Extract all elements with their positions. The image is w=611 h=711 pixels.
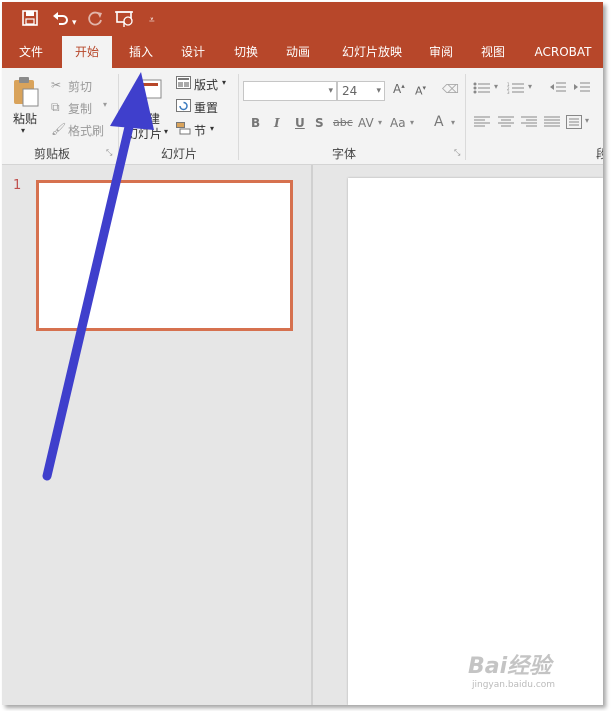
layout-dropdown-icon[interactable]: ▾ [222, 78, 226, 87]
save-icon[interactable] [22, 10, 38, 30]
italic-button[interactable]: I [274, 116, 280, 130]
bullets-dropdown-icon[interactable]: ▾ [494, 82, 498, 91]
text-shadow-button[interactable]: S [315, 116, 324, 130]
svg-text:3: 3 [507, 90, 510, 94]
section-button[interactable]: 节 [194, 122, 206, 139]
paste-icon[interactable] [12, 76, 40, 112]
decrease-indent-icon[interactable] [550, 82, 566, 97]
align-left-icon[interactable] [474, 116, 490, 131]
line-spacing-dropdown-icon[interactable]: ▾ [585, 116, 589, 125]
redo-icon[interactable] [88, 10, 104, 30]
group-separator [465, 74, 466, 160]
change-case-dropdown-icon[interactable]: ▾ [410, 118, 414, 127]
start-from-beginning-icon[interactable] [115, 10, 135, 32]
watermark-main-text: Bai经验 [468, 654, 552, 679]
underline-button[interactable]: U [295, 116, 305, 130]
character-spacing-button[interactable]: AV [358, 116, 374, 130]
tab-review[interactable]: 审阅 [418, 36, 464, 68]
font-size-combobox[interactable]: 24 ▾ [337, 81, 385, 101]
tab-animations[interactable]: 动画 [275, 36, 321, 68]
font-color-dropdown-icon[interactable]: ▾ [451, 118, 455, 127]
bold-button[interactable]: B [251, 116, 260, 130]
layout-icon[interactable] [176, 76, 191, 92]
format-painter-button[interactable]: 格式刷 [68, 122, 104, 139]
font-name-dropdown-icon[interactable]: ▾ [328, 82, 333, 100]
change-case-button[interactable]: Aa [390, 116, 406, 130]
strikethrough-button[interactable]: abc [333, 116, 353, 129]
ribbon-home: 粘贴 ▾ ✂ 剪切 ⧉ 复制 ▾ 🖌 格式刷 剪贴板 ⤡ 建 幻灯片 ▾ 版式 … [2, 68, 603, 165]
new-slide-label-line2[interactable]: 幻灯片 [126, 125, 162, 142]
copy-icon[interactable]: ⧉ [51, 100, 60, 115]
clipboard-launcher-icon[interactable]: ⤡ [106, 148, 112, 158]
font-size-value: 24 [342, 84, 358, 98]
font-group-label: 字体 [332, 147, 357, 161]
increase-indent-icon[interactable] [574, 82, 590, 97]
title-bar: ▾ ⩡ [2, 2, 603, 36]
font-launcher-icon[interactable]: ⤡ [454, 148, 460, 158]
decrease-font-size-icon[interactable]: A▾ [415, 84, 426, 98]
undo-dropdown-icon[interactable]: ▾ [72, 14, 77, 32]
tab-home[interactable]: 开始 [62, 36, 112, 68]
section-icon[interactable] [176, 122, 191, 138]
tab-acrobat[interactable]: ACROBAT [528, 36, 598, 68]
font-size-dropdown-icon[interactable]: ▾ [376, 82, 381, 100]
slide-thumbnail-1[interactable] [36, 180, 293, 331]
cut-icon[interactable]: ✂ [51, 78, 61, 92]
tab-insert[interactable]: 插入 [118, 36, 164, 68]
group-separator [118, 74, 119, 160]
paragraph-group-label: 段 [596, 147, 603, 161]
paste-dropdown-icon[interactable]: ▾ [21, 126, 25, 135]
pane-splitter[interactable] [311, 165, 313, 705]
ribbon-tabs: 文件 开始 插入 设计 切换 动画 幻灯片放映 审阅 视图 ACROBAT [2, 36, 603, 68]
slide-number: 1 [13, 178, 22, 193]
distributed-align-icon[interactable] [566, 115, 582, 132]
slides-group-label: 幻灯片 [161, 147, 198, 161]
copy-dropdown-icon[interactable]: ▾ [103, 100, 107, 109]
clear-formatting-icon[interactable]: ⌫ [442, 82, 459, 96]
font-name-combobox[interactable]: ▾ [243, 81, 337, 101]
numbering-icon[interactable]: 123 [507, 82, 525, 97]
tab-slideshow[interactable]: 幻灯片放映 [332, 36, 412, 68]
layout-button[interactable]: 版式 [194, 76, 218, 93]
powerpoint-window: ▾ ⩡ 文件 开始 插入 设计 切换 动画 幻灯片放映 审阅 视图 ACROBA… [2, 2, 603, 705]
watermark-url: jingyan.baidu.com [472, 680, 556, 690]
copy-button[interactable]: 复制 [68, 100, 92, 117]
paste-button-label[interactable]: 粘贴 [13, 110, 37, 127]
reset-button[interactable]: 重置 [194, 99, 218, 116]
justify-icon[interactable] [544, 116, 560, 131]
tab-view[interactable]: 视图 [470, 36, 516, 68]
customize-qat-icon[interactable]: ⩡ [149, 12, 155, 30]
increase-font-size-icon[interactable]: A▴ [393, 82, 405, 96]
clipboard-group-label: 剪贴板 [34, 147, 71, 161]
new-slide-icon[interactable] [136, 78, 162, 108]
bullets-icon[interactable] [473, 82, 491, 97]
watermark-logo: Bai经验 jingyan.baidu.com [468, 648, 578, 694]
tab-transitions[interactable]: 切换 [223, 36, 269, 68]
format-painter-icon[interactable]: 🖌 [51, 122, 66, 136]
new-slide-dropdown-icon[interactable]: ▾ [164, 127, 168, 136]
cut-button[interactable]: 剪切 [68, 78, 92, 95]
tab-file[interactable]: 文件 [8, 36, 54, 68]
slide-canvas[interactable] [348, 178, 603, 705]
align-right-icon[interactable] [521, 116, 537, 131]
font-color-button[interactable]: A [434, 114, 444, 130]
group-separator [238, 74, 239, 160]
align-center-icon[interactable] [498, 116, 514, 131]
numbering-dropdown-icon[interactable]: ▾ [528, 82, 532, 91]
undo-icon[interactable] [52, 10, 70, 30]
section-dropdown-icon[interactable]: ▾ [210, 124, 214, 133]
character-spacing-dropdown-icon[interactable]: ▾ [378, 118, 382, 127]
tab-design[interactable]: 设计 [170, 36, 216, 68]
reset-icon[interactable] [176, 99, 191, 115]
